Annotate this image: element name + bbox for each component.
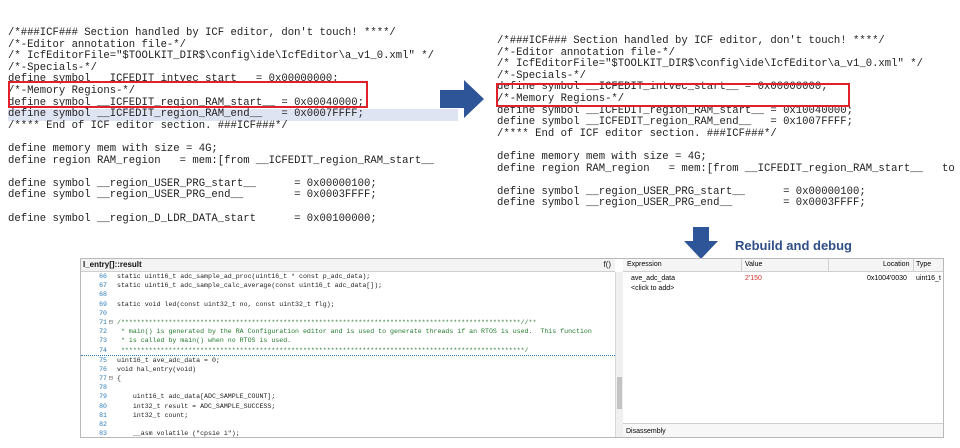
source-text: {: [117, 375, 121, 383]
function-menu-icon[interactable]: f(): [603, 259, 611, 271]
source-text: * is called by main() when no RTOS is us…: [117, 337, 292, 345]
source-text: void hal_entry(void): [117, 365, 197, 373]
source-text: int32_t count;: [117, 411, 189, 419]
source-text: * main() is generated by the RA Configur…: [117, 328, 592, 336]
source-line: 74 *************************************…: [81, 346, 615, 356]
watch-add-row[interactable]: <click to add>: [623, 284, 943, 294]
source-text: static void led(const uint32_t no, const…: [117, 300, 335, 308]
watch-header: Expression Value Location Type: [623, 259, 943, 272]
click-to-add-label[interactable]: <click to add>: [631, 284, 674, 294]
ide-debug-panel: l_entry[]::result f() 66static uint16_t …: [80, 258, 944, 438]
col-location[interactable]: Location: [883, 259, 909, 271]
fold-toggle-icon[interactable]: ⊟: [109, 318, 117, 327]
line-number[interactable]: 81: [81, 411, 109, 420]
source-line: 70: [81, 309, 615, 318]
code-line: define symbol __region_USER_PRG_end__ = …: [8, 189, 377, 202]
line-number[interactable]: 68: [81, 290, 109, 299]
line-number[interactable]: 79: [81, 392, 109, 401]
disassembly-tab[interactable]: Disassembly: [623, 423, 943, 437]
editor-tab[interactable]: l_entry[]::result f(): [81, 259, 615, 272]
source-line: 71 ⊟/************************************…: [81, 318, 615, 327]
source-line: 69 static void led(const uint32_t no, con…: [81, 300, 615, 309]
line-number[interactable]: 72: [81, 327, 109, 336]
col-type[interactable]: Type: [916, 259, 931, 271]
source-text: /***************************************…: [117, 318, 537, 326]
watch-value: 2'150: [745, 275, 762, 282]
arrow-right-icon: [440, 80, 484, 118]
fold-toggle-icon[interactable]: ⊟: [109, 374, 117, 383]
line-number[interactable]: 67: [81, 281, 109, 290]
line-number[interactable]: 66: [81, 272, 109, 281]
line-number[interactable]: 80: [81, 402, 109, 411]
source-line: 77 ⊟{: [81, 374, 615, 383]
source-line: 80 int32_t result = ADC_SAMPLE_SUCCESS;: [81, 402, 615, 411]
right-icf-editor: /*###ICF### Section handled by ICF edito…: [497, 12, 960, 218]
source-line: 81 int32_t count;: [81, 411, 615, 420]
source-text: uint16_t ave_adc_data = 0;: [117, 356, 220, 364]
source-text: static uint16_t adc_sample_ad_proc(uint1…: [117, 273, 371, 280]
source-line: 76 void hal_entry(void): [81, 365, 615, 374]
watch-row[interactable]: ave_adc_data 2'150 0x1004'0030 uint16_t: [623, 274, 943, 284]
code-line: define memory mem with size = 4G;: [8, 142, 218, 155]
arrow-down-icon: [684, 227, 718, 259]
line-number[interactable]: 76: [81, 365, 109, 374]
code-line: define symbol __region_D_LDR_DATA_start …: [8, 212, 377, 224]
line-number[interactable]: 73: [81, 336, 109, 345]
code-line: define symbol __region_USER_PRG_end__ = …: [497, 197, 866, 210]
line-number[interactable]: 75: [81, 356, 109, 365]
line-number[interactable]: 74: [81, 346, 109, 355]
line-number[interactable]: 83: [81, 429, 109, 437]
code-line: define symbol __ICFEDIT_region_RAM_end__…: [497, 116, 854, 129]
code-line: /**** End of ICF editor section. ###ICF#…: [497, 127, 777, 140]
source-line: 73 * is called by main() when no RTOS is…: [81, 336, 615, 345]
source-text: ****************************************…: [117, 346, 529, 354]
watch-location: 0x1004'0030: [867, 275, 907, 282]
source-line: 82: [81, 420, 615, 429]
source-line: 72 * main() is generated by the RA Confi…: [81, 327, 615, 336]
col-value[interactable]: Value: [745, 259, 762, 271]
left-ram-region-highlight: [8, 81, 368, 108]
left-icf-editor: /*###ICF### Section handled by ICF edito…: [8, 4, 458, 224]
scrollbar-thumb[interactable]: [617, 377, 622, 409]
source-code-view[interactable]: 66 static uint16_t adc_sample_ad_proc(uin…: [81, 272, 615, 438]
line-number[interactable]: 69: [81, 300, 109, 309]
watch-expression: ave_adc_data: [631, 275, 675, 282]
source-line: 75 uint16_t ave_adc_data = 0;: [81, 356, 615, 365]
rebuild-caption: Rebuild and debug: [735, 238, 852, 253]
line-number[interactable]: 71: [81, 318, 109, 327]
source-line: 79 uint16_t adc_data[ADC_SAMPLE_COUNT];: [81, 392, 615, 401]
line-number[interactable]: 77: [81, 374, 109, 383]
col-expression[interactable]: Expression: [627, 259, 662, 271]
source-line: 83 __asm volatile ("cpsie i");: [81, 429, 615, 438]
source-text: static uint16_t adc_sample_calc_average(…: [117, 282, 383, 290]
code-line: define memory mem with size = 4G;: [497, 150, 707, 163]
source-line: 78: [81, 383, 615, 392]
line-number[interactable]: 78: [81, 383, 109, 392]
code-line: define region RAM_region = mem:[from __I…: [8, 154, 434, 167]
code-line: /**** End of ICF editor section. ###ICF#…: [8, 119, 288, 132]
source-text: __asm volatile ("cpsie i");: [117, 430, 240, 438]
watch-window: Expression Value Location Type ave_adc_d…: [623, 259, 943, 437]
code-line: /*###ICF### Section handled by ICF edito…: [8, 27, 396, 39]
source-line: 68: [81, 290, 615, 299]
watch-type: uint16_t: [916, 275, 941, 282]
source-text: int32_t result = ADC_SAMPLE_SUCCESS;: [117, 402, 276, 410]
editor-tab-label: l_entry[]::result: [83, 260, 142, 269]
line-number[interactable]: 70: [81, 309, 109, 318]
source-line: 66 static uint16_t adc_sample_ad_proc(uin…: [81, 272, 615, 281]
code-line: define symbol __ICFEDIT_region_RAM_end__…: [8, 109, 458, 121]
code-line: define region RAM_region = mem:[from __I…: [497, 162, 960, 175]
source-line: 67 static uint16_t adc_sample_calc_averag…: [81, 281, 615, 290]
code-line: /*###ICF### Section handled by ICF edito…: [497, 35, 885, 47]
right-ram-region-highlight: [496, 83, 850, 107]
line-number[interactable]: 82: [81, 420, 109, 429]
source-text: uint16_t adc_data[ADC_SAMPLE_COUNT];: [117, 393, 276, 401]
